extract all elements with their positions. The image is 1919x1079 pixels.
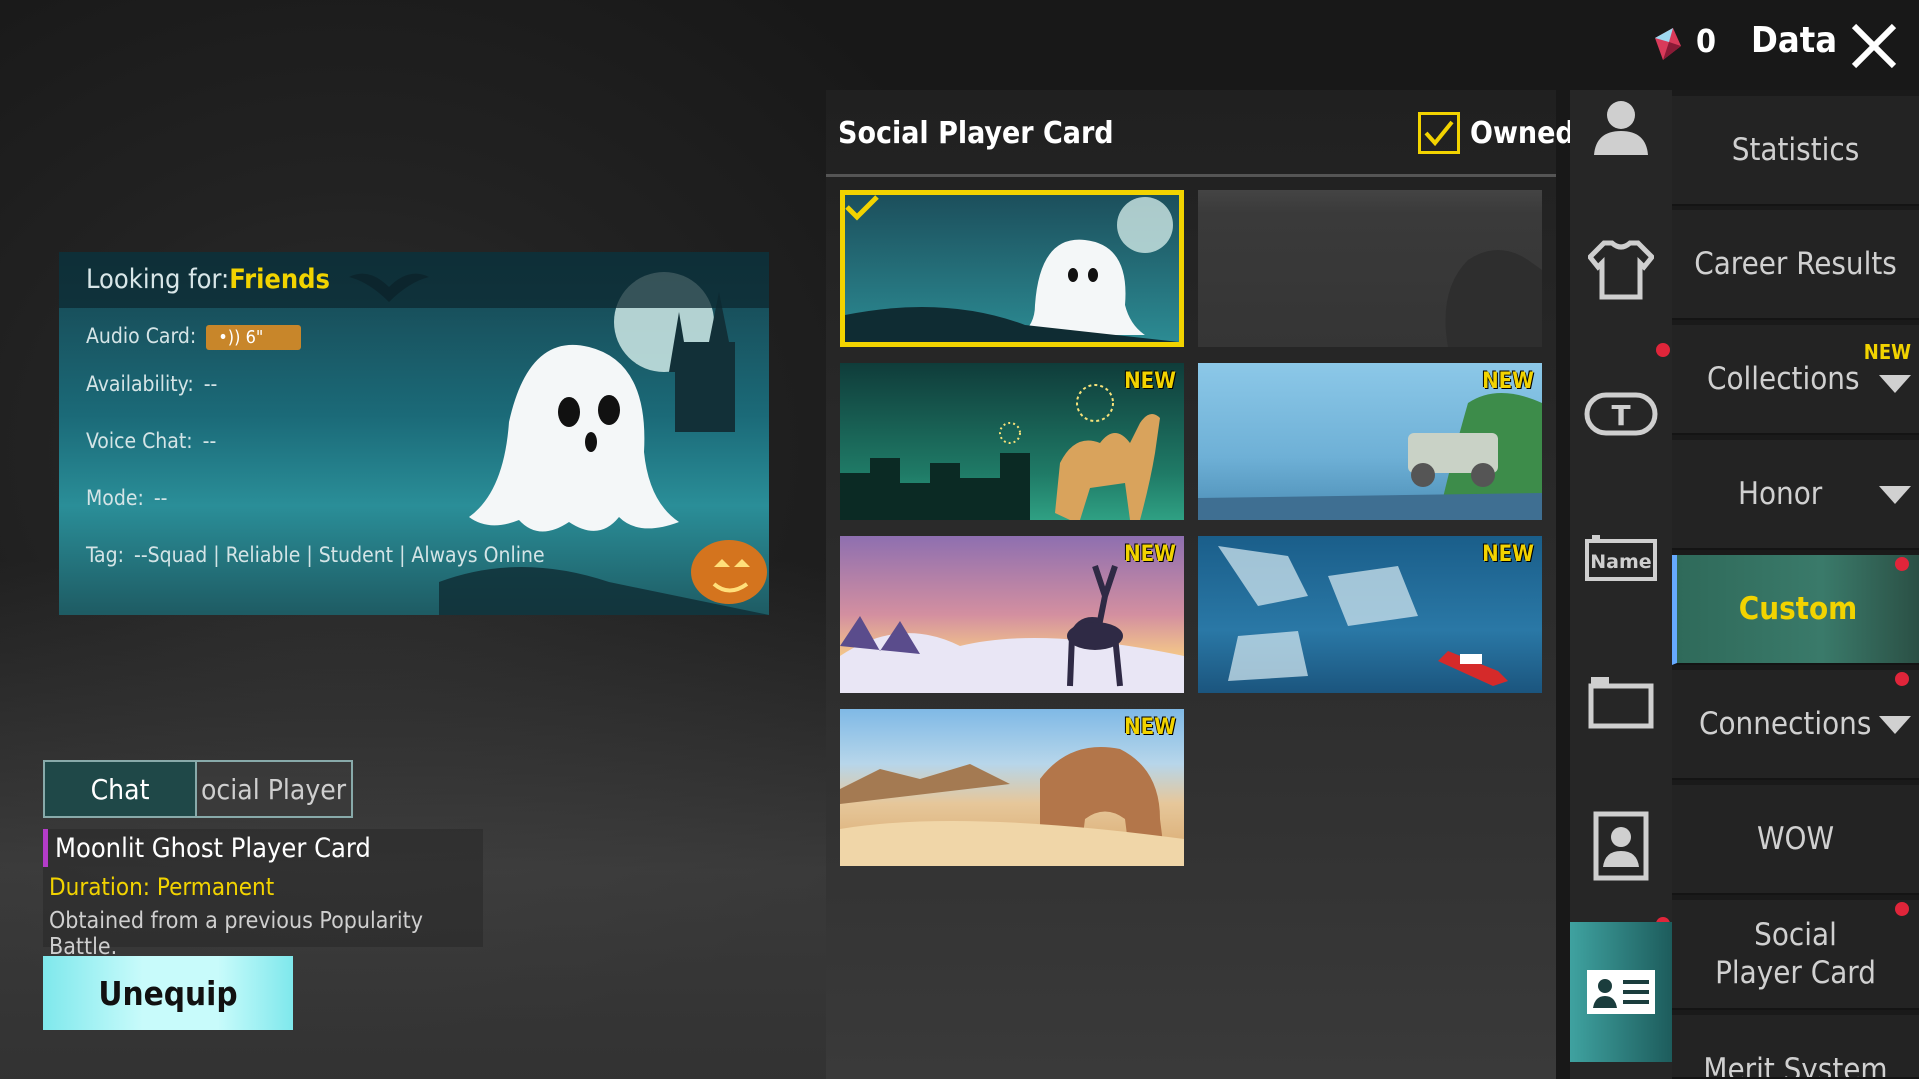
close-button[interactable] [1848, 20, 1900, 72]
nav-item-merit-system[interactable]: Merit System [1672, 1015, 1919, 1079]
owned-filter-checkbox[interactable]: Owned [1418, 112, 1575, 154]
new-badge: NEW [1124, 542, 1176, 567]
chevron-down-icon [1879, 375, 1911, 393]
card-tile-locked[interactable] [1198, 190, 1542, 347]
icon-tab-avatar-frame[interactable] [1570, 778, 1672, 914]
tab-chat[interactable]: Chat [45, 762, 197, 816]
ghost-thumbnail [845, 197, 1179, 342]
mode-value: -- [153, 486, 168, 510]
nav-label: Connections [1699, 706, 1872, 742]
new-badge: NEW [1124, 715, 1176, 740]
new-badge: NEW [1124, 369, 1176, 394]
currency-count: 0 [1696, 22, 1717, 60]
nav-item-honor[interactable]: Honor [1672, 440, 1919, 550]
nav-item-statistics[interactable]: Statistics [1672, 96, 1919, 206]
card-header: Looking for:Friends [59, 252, 769, 308]
close-icon [1851, 23, 1897, 69]
outfit-icon [1588, 240, 1654, 300]
nav-label: Statistics [1731, 132, 1860, 168]
name-tag-icon: Name [1585, 535, 1657, 581]
icon-tab-profile[interactable] [1570, 58, 1672, 194]
panel-divider [826, 174, 1556, 177]
availability-value: -- [203, 372, 218, 396]
owned-label: Owned [1470, 115, 1575, 151]
audio-value: 6" [245, 327, 264, 348]
nav-label: Merit System [1703, 1052, 1888, 1079]
nav-item-social-player-card[interactable]: Social Player Card [1672, 900, 1919, 1010]
audio-label: Audio Card: [86, 324, 197, 348]
card-tile-desert[interactable]: NEW [840, 709, 1184, 866]
nav-item-custom[interactable]: Custom [1672, 555, 1919, 665]
voice-chat-row: Voice Chat: -- [86, 429, 216, 453]
avatar-frame-icon [1593, 811, 1649, 881]
nav-item-collections[interactable]: Collections NEW [1672, 325, 1919, 435]
chevron-down-icon [1879, 716, 1911, 734]
new-badge: NEW [1482, 369, 1534, 394]
tag-value: --Squad | Reliable | Student | Always On… [134, 543, 545, 567]
rarity-bar [43, 829, 48, 867]
audio-row: Audio Card: •)) 6" [86, 324, 302, 350]
silhouette-thumbnail [1445, 250, 1542, 347]
chevron-down-icon [1879, 486, 1911, 504]
unequip-button[interactable]: Unequip [43, 956, 293, 1030]
voice-chat-value: -- [202, 429, 217, 453]
notification-dot [1895, 672, 1909, 686]
availability-label: Availability: [86, 372, 194, 396]
tag-label: Tag: [86, 543, 125, 567]
player-card-icon [1587, 970, 1655, 1014]
tab-social-player[interactable]: ocial Player [197, 762, 351, 816]
icon-tab-frame[interactable] [1570, 634, 1672, 770]
svg-text:T: T [1611, 399, 1630, 432]
equipped-check-icon [845, 195, 879, 221]
looking-for-label: Looking for: [86, 264, 230, 295]
nav-item-career-results[interactable]: Career Results [1672, 210, 1919, 320]
icon-tab-outfit[interactable] [1570, 202, 1672, 338]
mode-row: Mode: -- [86, 486, 168, 510]
nav-label: Collections [1707, 361, 1860, 397]
profile-icon [1594, 101, 1648, 155]
panel-title: Social Player Card [838, 116, 1114, 151]
nav-label: Career Results [1694, 246, 1897, 282]
sound-icon: •)) [218, 327, 246, 348]
notification-dot [1895, 557, 1909, 571]
nav-label: WOW [1756, 821, 1835, 857]
svg-text:Name: Name [1590, 551, 1651, 573]
new-badge: NEW [1482, 542, 1534, 567]
availability-row: Availability: -- [86, 372, 217, 396]
nav-item-connections[interactable]: Connections [1672, 670, 1919, 780]
item-description: Obtained from a previous Popularity Batt… [49, 908, 424, 960]
icon-tab-name[interactable]: Name [1570, 490, 1672, 626]
nav-label: Social Player Card [1715, 917, 1876, 991]
new-badge: NEW [1863, 340, 1911, 364]
item-duration: Duration: Permanent [49, 873, 275, 901]
item-name: Moonlit Ghost Player Card [55, 833, 371, 864]
nav-label: Honor [1738, 476, 1823, 512]
tag-row: Tag: --Squad | Reliable | Student | Alway… [86, 543, 545, 567]
card-tile-ice-boat[interactable]: NEW [1198, 536, 1542, 693]
preview-tabs: Chat ocial Player [43, 760, 353, 818]
frame-icon [1588, 677, 1654, 729]
icon-tab-title[interactable]: T [1570, 346, 1672, 482]
voice-chat-label: Voice Chat: [86, 429, 193, 453]
title-icon: T [1584, 392, 1658, 436]
item-info: Moonlit Ghost Player Card Duration: Perm… [43, 829, 483, 960]
player-card-preview: Looking for:Friends Audio Card: •)) 6" Av… [59, 252, 769, 615]
checkbox[interactable] [1418, 112, 1460, 154]
audio-chip[interactable]: •)) 6" [206, 325, 302, 350]
card-tile-vehicle[interactable]: NEW [1198, 363, 1542, 520]
checkmark-icon [1424, 120, 1454, 147]
looking-for-value: Friends [229, 264, 331, 295]
notification-dot [1895, 902, 1909, 916]
card-tile-deer[interactable]: NEW [840, 536, 1184, 693]
page-title: Data [1751, 20, 1838, 61]
mode-label: Mode: [86, 486, 144, 510]
nav-item-wow[interactable]: WOW [1672, 785, 1919, 895]
card-tile-camel[interactable]: NEW [840, 363, 1184, 520]
nav-label: Custom [1738, 591, 1858, 627]
icon-tab-player-card[interactable] [1570, 922, 1672, 1062]
card-tile-moonlit-ghost[interactable] [840, 190, 1184, 347]
